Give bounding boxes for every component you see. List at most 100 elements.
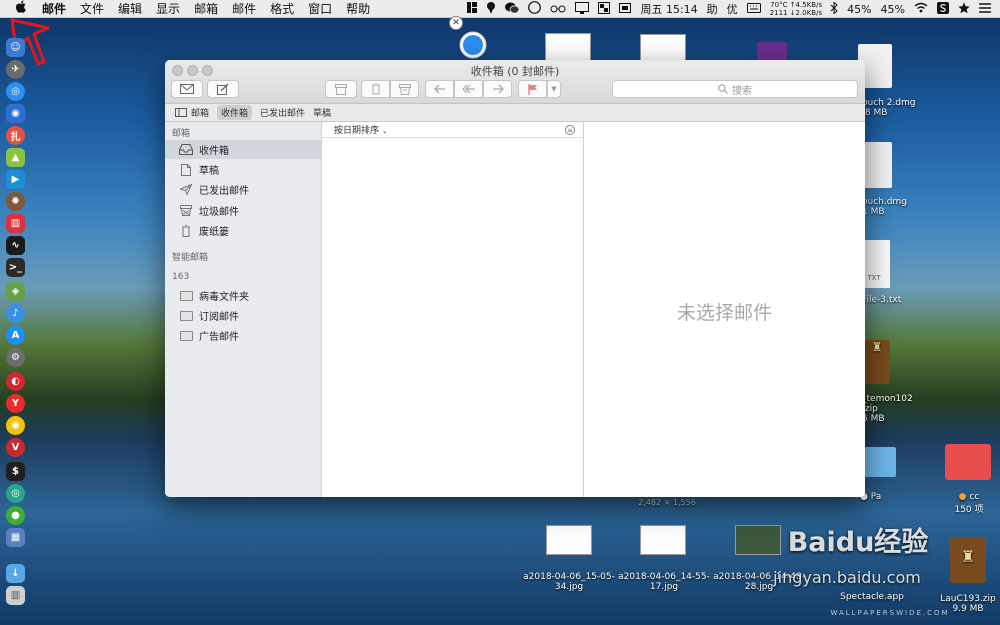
input-method-label-2[interactable]: 优 (727, 1, 738, 17)
flag-dropdown-button[interactable]: ▼ (547, 80, 561, 98)
favorites-drafts-button[interactable]: 草稿 (313, 106, 331, 119)
glasses-icon[interactable] (550, 3, 566, 16)
safari-dock-icon[interactable]: ◎ (6, 82, 25, 101)
favorites-mailboxes-button[interactable]: 邮箱 (175, 106, 209, 119)
launchpad-dock-icon[interactable]: ✈ (6, 60, 25, 79)
sidebar-item-drafts[interactable]: 草稿 (165, 160, 322, 179)
sidebar-folder-ads[interactable]: 广告邮件 (165, 326, 322, 345)
compose-button[interactable] (207, 80, 239, 98)
system-monitor[interactable]: 70°C ↑4.5KB/s 2111 ↓2.0KB/s (770, 1, 822, 17)
junk-button[interactable] (390, 80, 419, 98)
siri-dock-icon[interactable]: ♪ (6, 304, 25, 323)
app-switcher-icon[interactable] (467, 2, 478, 16)
menu-mail[interactable]: 邮件 (42, 0, 66, 17)
menu-format[interactable]: 格式 (270, 0, 294, 17)
desktop-file-label-4[interactable]: _temon102 .zip 5 MB (862, 394, 922, 424)
keyboard-icon[interactable] (746, 2, 761, 16)
trash-dock-icon[interactable]: ▥ (6, 586, 25, 605)
app-red-dock-icon[interactable]: 扎 (6, 126, 25, 145)
screenshot-thumb-a[interactable] (546, 525, 592, 555)
favorites-sent-button[interactable]: 已发出邮件 (260, 106, 305, 119)
get-mail-button[interactable] (171, 80, 203, 98)
favorites-inbox-button[interactable]: 收件箱 (217, 105, 253, 120)
iterm-dock-icon[interactable]: $ (6, 462, 25, 481)
menu-help[interactable]: 帮助 (346, 0, 370, 17)
input-method-label[interactable]: 助 (707, 1, 718, 17)
blue-folder-icon[interactable] (864, 447, 896, 477)
preview-dock-icon[interactable]: ▦ (6, 528, 25, 547)
sidebar-folder-virus[interactable]: 病毒文件夹 (165, 286, 322, 305)
system-prefs-dock-icon[interactable]: ⚙ (6, 348, 25, 367)
mail-status-icon[interactable] (619, 2, 632, 17)
desktop-screenshot-thumb-2[interactable] (640, 34, 686, 62)
search-field[interactable]: 搜索 (612, 80, 858, 98)
desktop-file-label-3[interactable]: File-3.txt (862, 295, 922, 305)
window-manager-icon[interactable] (598, 1, 611, 17)
reply-all-button[interactable] (454, 80, 483, 98)
wechat-status-icon[interactable] (505, 2, 520, 17)
menu-window[interactable]: 窗口 (308, 0, 332, 17)
apple-menu-icon[interactable] (14, 0, 28, 17)
desktop-app-label-spectacle[interactable]: Spectacle.app (836, 592, 908, 602)
datetime-label[interactable]: 周五 15:14 (640, 1, 697, 17)
delete-button[interactable] (361, 80, 390, 98)
close-badge-icon[interactable]: ✕ (449, 16, 463, 30)
red-folder-icon[interactable] (945, 444, 991, 480)
menu-edit[interactable]: 编辑 (118, 0, 142, 17)
reply-button[interactable] (425, 80, 454, 98)
android-dock-icon[interactable]: ▲ (6, 148, 25, 167)
desktop-screenshot-thumb-1[interactable] (545, 33, 591, 61)
finder-dock-icon[interactable]: ☺ (6, 38, 25, 57)
menu-mailbox[interactable]: 邮箱 (194, 0, 218, 17)
chart-app-dock-icon[interactable]: ▥ (6, 214, 25, 233)
menu-file[interactable]: 文件 (80, 0, 104, 17)
wifi-icon[interactable] (914, 2, 928, 16)
screenshot-label-a[interactable]: a2018-04-06_15-05-34.jpg (520, 572, 618, 592)
sidebar-item-trash[interactable]: 废纸篓 (165, 221, 322, 240)
downloads-folder-dock-icon[interactable]: ↓ (6, 564, 25, 583)
safari-status-icon[interactable] (528, 1, 542, 17)
zip-archive-icon-2[interactable]: ♜ (950, 537, 986, 583)
s-app-icon[interactable] (937, 1, 949, 17)
migration-dock-icon[interactable]: ▶ (6, 170, 25, 189)
filter-icon[interactable]: ≡ (565, 125, 575, 135)
list-menu-icon[interactable] (979, 2, 991, 16)
desktop-file-label-1[interactable]: ouch 2.dmg .8 MB (862, 98, 922, 118)
menu-message[interactable]: 邮件 (232, 0, 256, 17)
maps-dock-icon[interactable]: ◈ (6, 282, 25, 301)
forward-button[interactable] (483, 80, 512, 98)
desktop-safari-shortcut[interactable] (455, 30, 491, 63)
app-green-dock-icon[interactable]: ◎ (6, 484, 25, 503)
battery-percent-2[interactable]: 45% (881, 3, 905, 16)
star-icon[interactable] (958, 2, 970, 17)
terminal-dock-icon[interactable]: >_ (6, 258, 25, 277)
sort-by-date-button[interactable]: 按日期排序 ⌄ (334, 123, 388, 136)
bluetooth-icon[interactable] (830, 0, 838, 17)
contacts-dock-icon[interactable]: ◉ (6, 104, 25, 123)
display-icon[interactable] (575, 1, 590, 17)
compressor-dock-icon[interactable]: ✺ (6, 192, 25, 211)
sidebar-item-inbox[interactable]: 收件箱 (165, 140, 322, 159)
desktop-folder-label-cc[interactable]: ● cc 150 项 (940, 492, 998, 515)
sidebar-item-sent[interactable]: 已发出邮件 (165, 180, 322, 199)
flag-button[interactable] (518, 80, 547, 98)
app-store-dock-icon[interactable]: A (6, 326, 25, 345)
desktop-file-label-2[interactable]: ouch.dmg 1 MB (862, 197, 922, 217)
activity-monitor-dock-icon[interactable]: ∿ (6, 236, 25, 255)
screenshot-label-b[interactable]: a2018-04-06_14-55-17.jpg (615, 572, 713, 592)
archive-button[interactable] (325, 80, 357, 98)
sidebar-item-junk[interactable]: 垃圾邮件 (165, 201, 322, 220)
yandex-dock-icon[interactable]: Y (6, 394, 25, 413)
screenshot-thumb-b[interactable] (640, 525, 686, 555)
netease-music-dock-icon[interactable]: ◐ (6, 372, 25, 391)
menu-view[interactable]: 显示 (156, 0, 180, 17)
desktop-folder-label-pa[interactable]: ● Pa (860, 492, 900, 502)
wechat-dock-icon[interactable]: ● (6, 506, 25, 525)
vivaldi-dock-icon[interactable]: V (6, 438, 25, 457)
pin-icon[interactable] (486, 1, 496, 17)
sidebar-folder-subscriptions[interactable]: 订阅邮件 (165, 306, 322, 325)
chrome-dock-icon[interactable]: ◉ (6, 416, 25, 435)
zip-archive-icon[interactable]: ♜ (864, 340, 890, 384)
battery-percent[interactable]: 45% (847, 3, 871, 16)
message-list[interactable]: 按日期排序 ⌄ ≡ (322, 122, 584, 497)
